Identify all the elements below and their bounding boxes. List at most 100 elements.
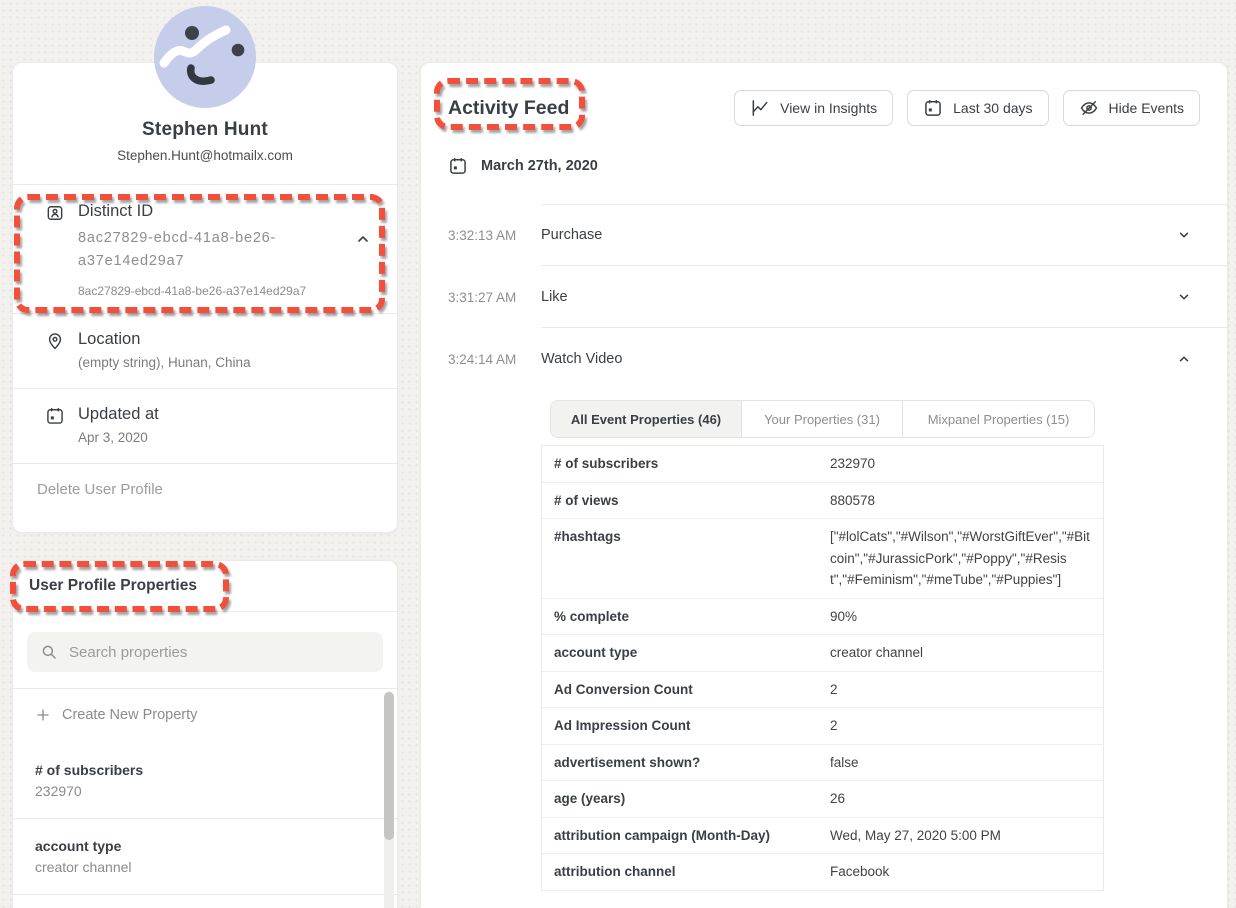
distinct-id-section: Distinct ID 8ac27829-ebcd-41a8-be26- a37… bbox=[13, 185, 397, 313]
scrollbar-thumb[interactable] bbox=[384, 692, 394, 840]
activity-feed-card: Activity Feed View in Insights bbox=[420, 62, 1228, 908]
delete-user-profile-button[interactable]: Delete User Profile bbox=[13, 464, 397, 515]
profile-property-item: account type creator channel bbox=[13, 818, 397, 895]
hide-events-button[interactable]: Hide Events bbox=[1063, 90, 1200, 126]
event-property-row: # of subscribers 232970 bbox=[542, 446, 1103, 483]
date-range-button[interactable]: Last 30 days bbox=[907, 90, 1048, 126]
event-property-value: 880578 bbox=[830, 490, 1103, 512]
view-in-insights-button[interactable]: View in Insights bbox=[734, 90, 893, 126]
event-name: Like bbox=[541, 289, 568, 305]
create-new-property-label: Create New Property bbox=[62, 707, 197, 723]
scrollbar-track[interactable] bbox=[384, 691, 394, 908]
event-property-name: Ad Conversion Count bbox=[542, 679, 830, 701]
event-detail-panel: All Event Properties (46) Your Propertie… bbox=[541, 400, 1104, 891]
event-property-name: # of views bbox=[542, 490, 830, 512]
event-property-row: # of views 880578 bbox=[542, 483, 1103, 520]
smiley-avatar-icon bbox=[153, 5, 257, 109]
event-properties-table: # of subscribers 232970 # of views 88057… bbox=[541, 445, 1104, 891]
event-property-value: 2 bbox=[830, 679, 1103, 701]
tab-all-event-properties[interactable]: All Event Properties (46) bbox=[551, 401, 742, 437]
event-property-value: ["#lolCats","#Wilson","#WorstGiftEver","… bbox=[830, 526, 1103, 591]
event-property-row: advertisement shown? false bbox=[542, 745, 1103, 782]
location-label: Location bbox=[78, 330, 251, 349]
location-value: (empty string), Hunan, China bbox=[78, 355, 251, 370]
hide-events-label: Hide Events bbox=[1109, 100, 1184, 116]
event-row-watch-video[interactable]: 3:24:14 AM Watch Video bbox=[448, 328, 1227, 390]
event-property-name: % complete bbox=[542, 606, 830, 628]
event-property-name: account type bbox=[542, 642, 830, 664]
profile-property-name: # of subscribers bbox=[35, 762, 375, 778]
distinct-id-value: 8ac27829-ebcd-41a8-be26- a37e14ed29a7 bbox=[78, 227, 306, 273]
line-chart-icon bbox=[750, 98, 770, 118]
event-property-row: age (years) 26 bbox=[542, 781, 1103, 818]
search-properties-box[interactable] bbox=[27, 632, 383, 672]
event-properties-tabs: All Event Properties (46) Your Propertie… bbox=[550, 400, 1095, 438]
event-property-value: 2 bbox=[830, 715, 1103, 737]
event-property-row: #hashtags ["#lolCats","#Wilson","#WorstG… bbox=[542, 519, 1103, 599]
event-property-row: % complete 90% bbox=[542, 599, 1103, 636]
properties-list: Create New Property # of subscribers 232… bbox=[13, 689, 397, 908]
feed-date-header: March 27th, 2020 bbox=[448, 156, 1200, 176]
event-name: Purchase bbox=[541, 227, 602, 243]
calendar-icon bbox=[448, 156, 468, 176]
event-property-row: Ad Conversion Count 2 bbox=[542, 672, 1103, 709]
profile-property-value: creator channel bbox=[35, 859, 375, 875]
event-time: 3:31:27 AM bbox=[448, 290, 541, 305]
location-section: Location (empty string), Hunan, China bbox=[13, 314, 397, 388]
tab-mixpanel-properties[interactable]: Mixpanel Properties (15) bbox=[903, 401, 1094, 437]
updated-at-value: Apr 3, 2020 bbox=[78, 430, 159, 445]
feed-actions: View in Insights Last 30 days bbox=[734, 90, 1200, 126]
user-avatar bbox=[153, 5, 257, 109]
event-property-row: Ad Impression Count 2 bbox=[542, 708, 1103, 745]
view-in-insights-label: View in Insights bbox=[780, 100, 877, 116]
event-time: 3:24:14 AM bbox=[448, 352, 541, 367]
profile-card: Stephen Hunt Stephen.Hunt@hotmailx.com D… bbox=[12, 62, 398, 533]
profile-property-value: 232970 bbox=[35, 783, 375, 799]
properties-items: # of subscribers 232970 account type cre… bbox=[13, 735, 397, 895]
chevron-down-icon[interactable] bbox=[1177, 228, 1191, 242]
event-property-name: attribution campaign (Month-Day) bbox=[542, 825, 830, 847]
tab-your-properties[interactable]: Your Properties (31) bbox=[742, 401, 903, 437]
updated-at-section: Updated at Apr 3, 2020 bbox=[13, 389, 397, 463]
event-property-value: 26 bbox=[830, 788, 1103, 810]
search-properties-input[interactable] bbox=[69, 644, 370, 661]
map-pin-icon bbox=[45, 331, 65, 351]
chevron-up-icon[interactable] bbox=[1177, 352, 1191, 366]
user-profile-properties-card: User Profile Properties bbox=[12, 560, 398, 908]
event-property-value: Wed, May 27, 2020 5:00 PM bbox=[830, 825, 1103, 847]
event-property-value: creator channel bbox=[830, 642, 1103, 664]
event-time: 3:32:13 AM bbox=[448, 228, 541, 243]
updated-at-label: Updated at bbox=[78, 405, 159, 424]
date-range-label: Last 30 days bbox=[953, 100, 1032, 116]
event-property-row: attribution campaign (Month-Day) Wed, Ma… bbox=[542, 818, 1103, 855]
profile-property-item: # of subscribers 232970 bbox=[13, 735, 397, 818]
person-id-card-icon bbox=[45, 203, 65, 223]
eye-off-icon bbox=[1079, 98, 1099, 118]
chevron-down-icon[interactable] bbox=[1177, 290, 1191, 304]
user-name: Stephen Hunt bbox=[29, 119, 381, 141]
event-property-name: # of subscribers bbox=[542, 453, 830, 475]
event-property-name: age (years) bbox=[542, 788, 830, 810]
distinct-id-label: Distinct ID bbox=[78, 202, 306, 221]
create-new-property-button[interactable]: Create New Property bbox=[13, 689, 397, 735]
event-row-purchase[interactable]: 3:32:13 AM Purchase bbox=[448, 204, 1227, 266]
event-row-like[interactable]: 3:31:27 AM Like bbox=[448, 266, 1227, 328]
search-icon bbox=[40, 643, 58, 661]
calendar-icon bbox=[923, 98, 943, 118]
properties-panel-title: User Profile Properties bbox=[29, 577, 381, 595]
event-property-value: Facebook bbox=[830, 861, 1103, 883]
event-property-row: attribution channel Facebook bbox=[542, 854, 1103, 891]
event-property-name: attribution channel bbox=[542, 861, 830, 883]
event-property-row: account type creator channel bbox=[542, 635, 1103, 672]
event-property-name: advertisement shown? bbox=[542, 752, 830, 774]
event-property-value: false bbox=[830, 752, 1103, 774]
profile-property-name: account type bbox=[35, 838, 375, 854]
event-name: Watch Video bbox=[541, 351, 622, 367]
calendar-icon bbox=[45, 406, 65, 426]
event-property-value: 232970 bbox=[830, 453, 1103, 475]
event-feed: 3:32:13 AM Purchase 3:31:27 AM Like 3:24… bbox=[448, 204, 1227, 891]
distinct-id-full: 8ac27829-ebcd-41a8-be26-a37e14ed29a7 bbox=[78, 284, 306, 298]
plus-icon bbox=[35, 707, 51, 723]
chevron-up-icon[interactable] bbox=[355, 231, 371, 247]
feed-date-text: March 27th, 2020 bbox=[481, 158, 598, 174]
